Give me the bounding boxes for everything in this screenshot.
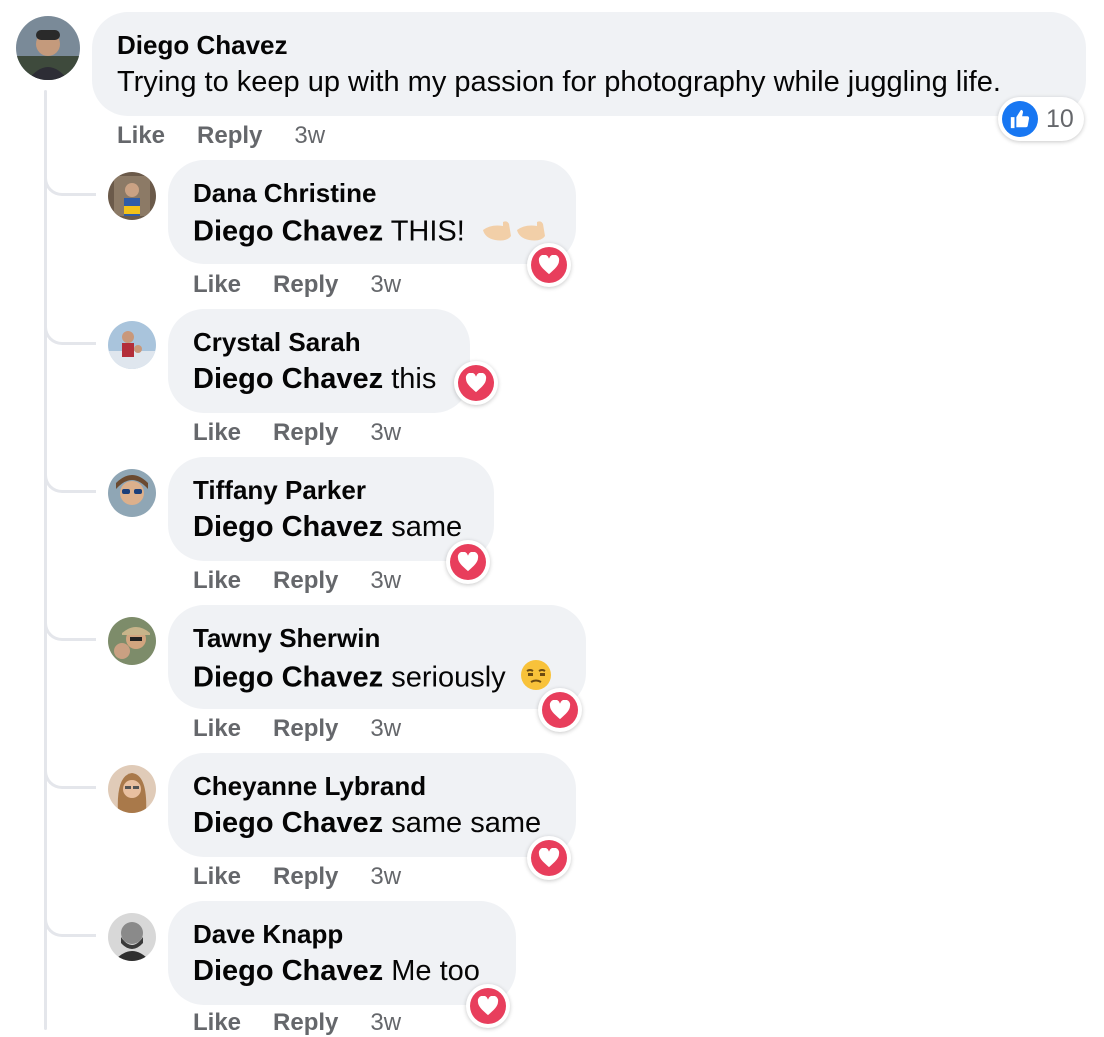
reply-text: Diego Chavez same [193, 511, 462, 544]
reply-text: Diego Chavez THIS! [193, 214, 549, 252]
timestamp[interactable]: 3w [370, 419, 401, 446]
reply-text-content: same [383, 511, 463, 543]
heart-icon [458, 365, 494, 401]
avatar[interactable] [108, 469, 156, 517]
reply-text-content: same same [383, 807, 542, 839]
reply-bubble [168, 309, 470, 413]
reply-connector [44, 759, 96, 789]
reaction-count: 10 [1046, 104, 1074, 133]
reply-text-content: Me too [383, 955, 480, 987]
like-button[interactable]: Like [193, 715, 241, 742]
reply-text: Diego Chavez seriously [193, 659, 552, 699]
mention[interactable]: Diego Chavez [193, 807, 383, 839]
mention[interactable]: Diego Chavez [193, 955, 383, 987]
reply-connector [44, 166, 96, 196]
mention[interactable]: Diego Chavez [193, 363, 383, 395]
reply-text: Diego Chavez this [193, 363, 436, 396]
reply-button[interactable]: Reply [273, 271, 338, 298]
thumbs-up-icon [1002, 101, 1038, 137]
timestamp[interactable]: 3w [370, 1009, 401, 1036]
reply-button[interactable]: Reply [273, 567, 338, 594]
heart-reaction[interactable] [527, 836, 571, 880]
reply-author[interactable]: Tiffany Parker [193, 475, 366, 506]
heart-reaction[interactable] [466, 984, 510, 1028]
reply-actions: Like Reply 3w [193, 1009, 401, 1037]
heart-reaction[interactable] [446, 540, 490, 584]
comment-actions: Like Reply 3w [117, 122, 325, 150]
reply-button[interactable]: Reply [273, 863, 338, 890]
heart-reaction[interactable] [454, 361, 498, 405]
reply-button[interactable]: Reply [273, 1009, 338, 1036]
reply-bubble [168, 753, 576, 857]
reply-connector [44, 611, 96, 641]
reply-actions: Like Reply 3w [193, 863, 401, 891]
avatar[interactable] [108, 913, 156, 961]
reply-text: Diego Chavez Me too [193, 955, 480, 988]
reply-connector [44, 463, 96, 493]
heart-icon [450, 544, 486, 580]
reply-actions: Like Reply 3w [193, 419, 401, 447]
timestamp[interactable]: 3w [370, 715, 401, 742]
avatar[interactable] [108, 172, 156, 220]
avatar[interactable] [108, 617, 156, 665]
timestamp[interactable]: 3w [370, 863, 401, 890]
reply-text-content: THIS! [383, 215, 465, 248]
reply-connector [44, 907, 96, 937]
like-button[interactable]: Like [193, 271, 241, 298]
comment-bubble [92, 12, 1086, 116]
heart-icon [531, 247, 567, 283]
avatar[interactable] [108, 321, 156, 369]
reply-author[interactable]: Dave Knapp [193, 919, 343, 950]
comment-text: Trying to keep up with my passion for ph… [117, 66, 1001, 98]
reply-text-content: seriously [383, 661, 506, 694]
reply-bubble [168, 901, 516, 1005]
avatar[interactable] [16, 16, 80, 80]
reply-actions: Like Reply 3w [193, 271, 401, 299]
reply-author[interactable]: Crystal Sarah [193, 327, 361, 358]
reply-author[interactable]: Cheyanne Lybrand [193, 771, 426, 802]
heart-reaction[interactable] [538, 688, 582, 732]
reply-button[interactable]: Reply [273, 715, 338, 742]
reply-actions: Like Reply 3w [193, 715, 401, 743]
mention[interactable]: Diego Chavez [193, 511, 383, 543]
like-button[interactable]: Like [193, 863, 241, 890]
mention[interactable]: Diego Chavez [193, 216, 383, 248]
mention[interactable]: Diego Chavez [193, 662, 383, 694]
reply-button[interactable]: Reply [273, 419, 338, 446]
reply-text: Diego Chavez same same [193, 807, 541, 840]
reply-author[interactable]: Dana Christine [193, 178, 377, 209]
timestamp[interactable]: 3w [370, 271, 401, 298]
timestamp[interactable]: 3w [370, 567, 401, 594]
timestamp[interactable]: 3w [294, 122, 325, 149]
like-button[interactable]: Like [193, 567, 241, 594]
heart-icon [542, 692, 578, 728]
like-button[interactable]: Like [117, 122, 165, 149]
like-button[interactable]: Like [193, 419, 241, 446]
reply-connector [44, 315, 96, 345]
heart-icon [531, 840, 567, 876]
comment-author[interactable]: Diego Chavez [117, 30, 288, 61]
heart-reaction[interactable] [527, 243, 571, 287]
reply-button[interactable]: Reply [197, 122, 262, 149]
thread-line [44, 90, 47, 1030]
reaction-summary[interactable]: 10 [998, 97, 1084, 141]
reply-actions: Like Reply 3w [193, 567, 401, 595]
avatar[interactable] [108, 765, 156, 813]
reply-bubble [168, 457, 494, 561]
reply-author[interactable]: Tawny Sherwin [193, 623, 380, 654]
reply-text-content: this [383, 363, 437, 395]
like-button[interactable]: Like [193, 1009, 241, 1036]
heart-icon [470, 988, 506, 1024]
